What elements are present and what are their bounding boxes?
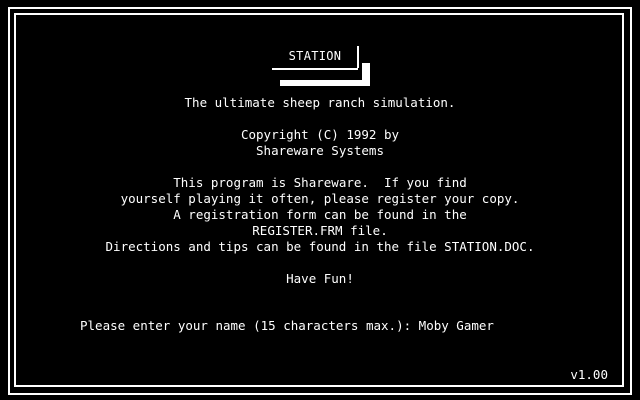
title-underline — [272, 68, 358, 70]
title-shadow-bottom — [280, 80, 370, 86]
title-box: STATION — [272, 46, 359, 70]
game-title: STATION — [288, 49, 342, 63]
have-fun-text: Have Fun! — [286, 271, 354, 286]
copyright-line-2: Shareware Systems — [256, 143, 384, 158]
title-screen: STATION The ultimate sheep ranch simulat… — [0, 0, 640, 400]
shareware-line-2: yourself playing it often, please regist… — [120, 191, 520, 206]
shareware-line-3: A registration form can be found in the — [173, 207, 467, 222]
name-input[interactable]: Moby Gamer — [419, 318, 494, 333]
name-prompt-label: Please enter your name (15 characters ma… — [80, 318, 412, 333]
name-prompt: Please enter your name (15 characters ma… — [80, 318, 494, 334]
shareware-line-1: This program is Shareware. If you find — [173, 175, 467, 190]
version-label: v1.00 — [570, 367, 608, 382]
title-rightline — [357, 46, 359, 68]
shareware-line-4: REGISTER.FRM file. — [252, 223, 388, 238]
tagline: The ultimate sheep ranch simulation. — [184, 95, 456, 110]
copyright-line-1: Copyright (C) 1992 by — [240, 127, 400, 142]
shareware-line-5: Directions and tips can be found in the … — [105, 239, 535, 254]
title-shadow-right — [362, 63, 370, 86]
